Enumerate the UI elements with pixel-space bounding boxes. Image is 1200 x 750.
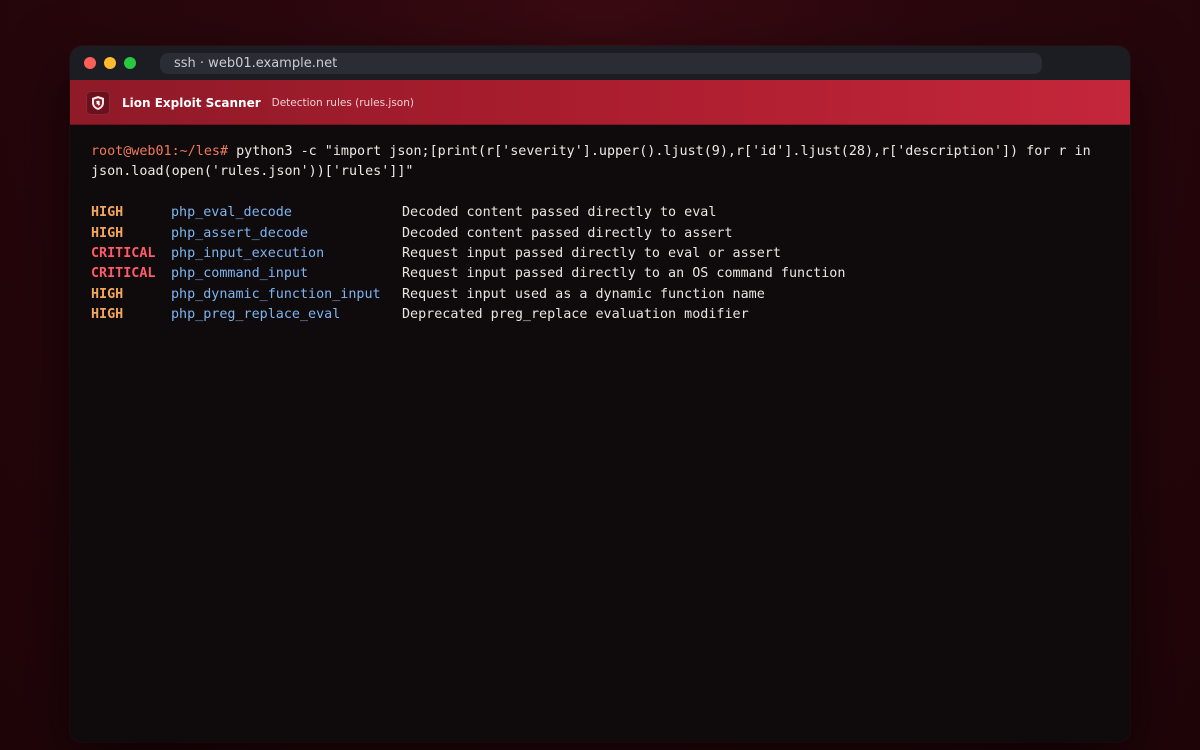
rule-id: php_assert_decode [171,225,309,241]
terminal-window: ssh · web01.example.net Lion Exploit Sca… [70,46,1130,742]
rules-output: HIGH php_eval_decode Decoded content passe… [91,203,1109,325]
window-titlebar: ssh · web01.example.net [70,46,1130,80]
rule-id: php_dynamic_function_input [171,286,381,302]
rule-row: CRITICAL php_input_execution Request input… [91,244,1109,264]
rule-description: Deprecated preg_replace evaluation modif… [402,307,749,323]
rule-row: HIGH php_assert_decode Decoded content pas… [91,224,1109,244]
rule-row: HIGH php_preg_replace_eval Deprecated preg… [91,305,1109,325]
maximize-window-button[interactable] [124,57,136,69]
rule-id: php_command_input [171,266,309,282]
rule-severity: HIGH [91,205,124,221]
rule-severity: HIGH [91,286,124,302]
rule-severity: HIGH [91,307,124,323]
command-text-line1: python3 -c "import json;[print(r['severi… [228,144,1091,159]
terminal-output[interactable]: root@web01:~/les# python3 -c "import jso… [70,125,1130,343]
command-line: root@web01:~/les# python3 -c "import jso… [91,142,1109,162]
lion-shield-icon [86,90,110,115]
rule-id: php_input_execution [171,246,325,262]
rule-description: Decoded content passed directly to eval [402,205,717,221]
shell-prompt: root@web01:~/les# [91,144,229,159]
rule-row: HIGH php_dynamic_function_input Request in… [91,285,1109,305]
rule-severity: CRITICAL [91,246,156,262]
app-title: Lion Exploit Scanner [122,95,261,110]
command-text-line2: json.load(open('rules.json'))['rules']]" [91,164,414,180]
rule-description: Decoded content passed directly to asser… [402,225,733,241]
rule-severity: CRITICAL [91,266,156,282]
close-window-button[interactable] [84,57,96,69]
rule-description: Request input used as a dynamic function… [402,286,765,302]
app-header: Lion Exploit Scanner Detection rules (ru… [70,80,1130,125]
rule-row: HIGH php_eval_decode Decoded content passe… [91,203,1109,223]
window-controls [84,57,136,69]
app-subtitle: Detection rules (rules.json) [271,96,414,109]
rule-id: php_eval_decode [171,205,292,221]
minimize-window-button[interactable] [104,57,116,69]
rule-description: Request input passed directly to eval or… [402,246,781,262]
rule-row: CRITICAL php_command_input Request input p… [91,264,1109,284]
rule-description: Request input passed directly to an OS c… [402,266,846,282]
address-bar[interactable]: ssh · web01.example.net [160,53,1042,74]
rule-severity: HIGH [91,225,124,241]
rule-id: php_preg_replace_eval [171,307,341,323]
